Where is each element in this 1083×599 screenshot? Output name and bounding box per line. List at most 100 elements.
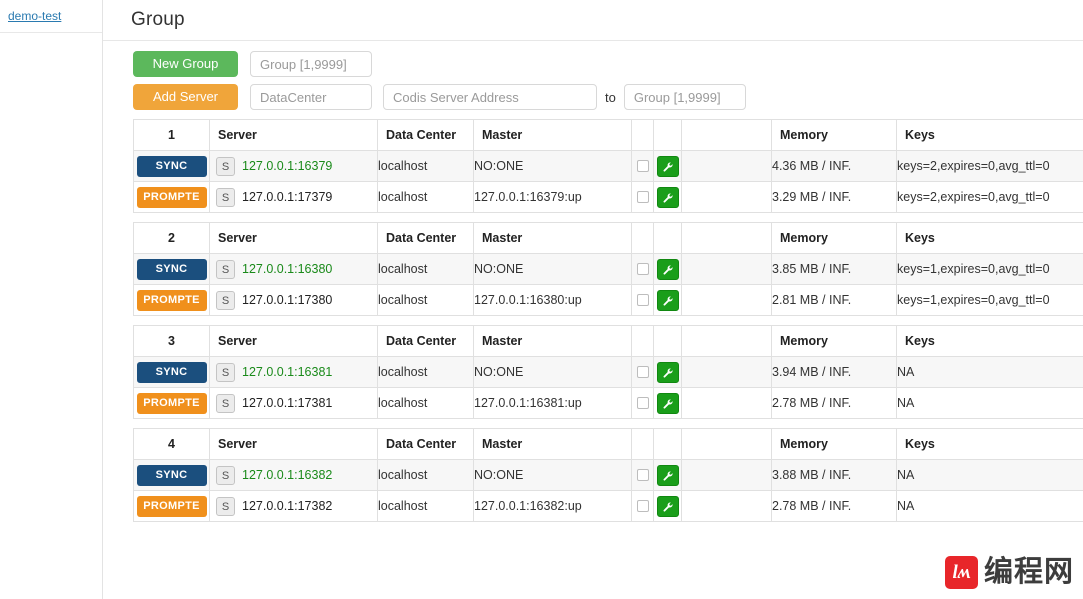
column-header-blank-1 <box>631 325 654 357</box>
checkbox-icon[interactable] <box>636 469 649 481</box>
sync-button[interactable]: SYNC <box>136 155 207 177</box>
column-header-memory: Memory <box>771 222 897 254</box>
new-group-button[interactable]: New Group <box>133 51 238 77</box>
sidebar: demo-test <box>0 0 103 599</box>
checkbox-cell <box>631 459 654 491</box>
target-group-input[interactable] <box>623 84 746 110</box>
memory-cell: 3.29 MB / INF. <box>771 181 897 213</box>
group-table-header-row: 4 Server Data Center Master Memory Keys <box>133 428 1083 460</box>
checkbox-cell <box>631 253 654 285</box>
slave-tag-button[interactable]: S <box>216 156 235 176</box>
checkbox-icon[interactable] <box>636 397 649 409</box>
spacer-cell <box>681 253 772 285</box>
table-row: SYNC S 127.0.0.1:16382 localhost NO:ONE 3.88 … <box>133 459 1083 491</box>
wrench-icon[interactable] <box>656 495 679 517</box>
page-header: Group <box>103 0 1083 41</box>
master-cell: NO:ONE <box>473 150 632 182</box>
sync-button[interactable]: SYNC <box>136 258 207 280</box>
datacenter-input[interactable] <box>250 84 372 110</box>
add-server-button[interactable]: Add Server <box>133 84 238 110</box>
sync-button[interactable]: SYNC <box>136 361 207 383</box>
column-header-memory: Memory <box>771 428 897 460</box>
master-cell: NO:ONE <box>473 253 632 285</box>
sidebar-header: demo-test <box>0 0 102 33</box>
group-block: 4 Server Data Center Master Memory Keys … <box>133 428 1083 522</box>
column-header-memory: Memory <box>771 325 897 357</box>
server-cell: S 127.0.0.1:16382 <box>209 459 378 491</box>
data-center-cell: localhost <box>377 284 474 316</box>
master-cell: 127.0.0.1:16382:up <box>473 490 632 522</box>
slave-tag-button[interactable]: S <box>216 362 235 382</box>
slave-tag-button[interactable]: S <box>216 496 235 516</box>
memory-cell: 3.88 MB / INF. <box>771 459 897 491</box>
column-header-server: Server <box>209 222 378 254</box>
action-cell: PROMPTE <box>133 490 210 522</box>
promote-button[interactable]: PROMPTE <box>136 392 207 414</box>
server-cell: S 127.0.0.1:16379 <box>209 150 378 182</box>
promote-button[interactable]: PROMPTE <box>136 289 207 311</box>
wrench-icon[interactable] <box>656 289 679 311</box>
column-header-blank-2 <box>653 222 682 254</box>
promote-button[interactable]: PROMPTE <box>136 186 207 208</box>
memory-cell: 2.81 MB / INF. <box>771 284 897 316</box>
watermark-text: 编程网 <box>983 556 1074 588</box>
wrench-icon[interactable] <box>656 258 679 280</box>
server-address: 127.0.0.1:16382 <box>242 468 333 482</box>
slave-tag-button[interactable]: S <box>216 465 235 485</box>
group-table-1: 1 Server Data Center Master Memory Keys … <box>133 119 1083 213</box>
keys-cell: NA <box>896 356 1083 388</box>
column-header-keys: Keys <box>896 325 1083 357</box>
server-address: 127.0.0.1:17379 <box>242 190 333 204</box>
master-cell: 127.0.0.1:16381:up <box>473 387 632 419</box>
column-header-blank-3 <box>681 325 772 357</box>
checkbox-icon[interactable] <box>636 366 649 378</box>
page-title: Group <box>131 9 185 30</box>
sidebar-item-demo-test[interactable]: demo-test <box>8 9 61 23</box>
group-block: 1 Server Data Center Master Memory Keys … <box>133 119 1083 213</box>
slave-tag-button[interactable]: S <box>216 187 235 207</box>
group-id-1: 1 <box>133 119 210 151</box>
promote-button[interactable]: PROMPTE <box>136 495 207 517</box>
slave-tag-button[interactable]: S <box>216 290 235 310</box>
action-cell: SYNC <box>133 356 210 388</box>
wrench-icon[interactable] <box>656 186 679 208</box>
column-header-master: Master <box>473 222 632 254</box>
wrench-icon[interactable] <box>656 361 679 383</box>
wrench-cell <box>653 490 682 522</box>
checkbox-icon[interactable] <box>636 191 649 203</box>
wrench-icon[interactable] <box>656 155 679 177</box>
wrench-icon[interactable] <box>656 392 679 414</box>
master-cell: 127.0.0.1:16380:up <box>473 284 632 316</box>
column-header-keys: Keys <box>896 119 1083 151</box>
memory-cell: 3.94 MB / INF. <box>771 356 897 388</box>
checkbox-icon[interactable] <box>636 160 649 172</box>
keys-cell: keys=1,expires=0,avg_ttl=0 <box>896 284 1083 316</box>
group-block: 3 Server Data Center Master Memory Keys … <box>133 325 1083 419</box>
spacer-cell <box>681 490 772 522</box>
server-address: 127.0.0.1:17382 <box>242 499 333 513</box>
column-header-master: Master <box>473 325 632 357</box>
checkbox-icon[interactable] <box>636 294 649 306</box>
column-header-data-center: Data Center <box>377 119 474 151</box>
new-group-input[interactable] <box>250 51 372 77</box>
checkbox-cell <box>631 284 654 316</box>
server-cell: S 127.0.0.1:17380 <box>209 284 378 316</box>
codis-server-address-input[interactable] <box>383 84 597 110</box>
sync-button[interactable]: SYNC <box>136 464 207 486</box>
column-header-blank-3 <box>681 222 772 254</box>
master-cell: 127.0.0.1:16379:up <box>473 181 632 213</box>
table-row: PROMPTE S 127.0.0.1:17382 localhost 127.0.0.… <box>133 490 1083 522</box>
action-cell: SYNC <box>133 253 210 285</box>
column-header-server: Server <box>209 325 378 357</box>
action-cell: PROMPTE <box>133 284 210 316</box>
wrench-icon[interactable] <box>656 464 679 486</box>
action-cell: SYNC <box>133 150 210 182</box>
wrench-cell <box>653 150 682 182</box>
server-address: 127.0.0.1:17380 <box>242 293 333 307</box>
column-header-blank-3 <box>681 428 772 460</box>
slave-tag-button[interactable]: S <box>216 259 235 279</box>
checkbox-icon[interactable] <box>636 263 649 275</box>
slave-tag-button[interactable]: S <box>216 393 235 413</box>
memory-cell: 2.78 MB / INF. <box>771 490 897 522</box>
checkbox-icon[interactable] <box>636 500 649 512</box>
